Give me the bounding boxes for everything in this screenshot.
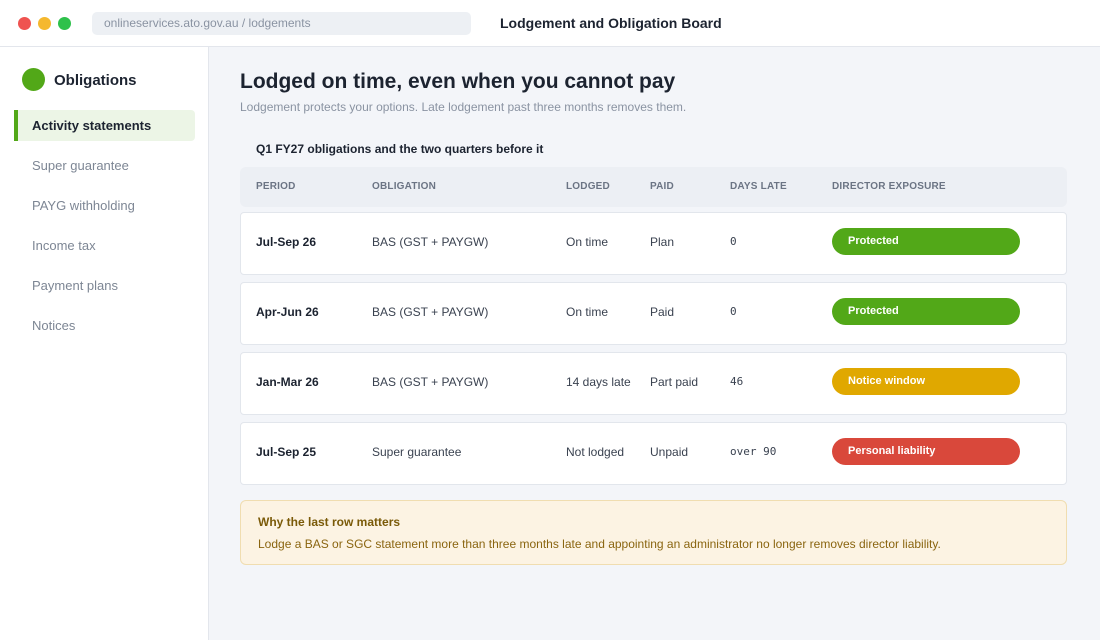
page-title: Lodged on time, even when you cannot pay: [240, 70, 676, 93]
obligation-cell: BAS (GST + PAYGW): [372, 305, 489, 319]
director-exposure-badge: Protected: [832, 298, 1020, 325]
brand-name: Obligations: [54, 72, 137, 89]
callout-body: Lodge a BAS or SGC statement more than t…: [258, 537, 941, 551]
column-header-period[interactable]: PERIOD: [256, 181, 296, 192]
period-cell: Apr-Jun 26: [256, 305, 319, 319]
director-exposure-badge: Protected: [832, 228, 1020, 255]
table-row[interactable]: Jul-Sep 25 Super guarantee Not lodged Un…: [240, 422, 1067, 485]
days-late-cell: 46: [730, 375, 744, 388]
address-bar[interactable]: onlineservices.ato.gov.au / lodgements: [92, 12, 471, 35]
sidebar-item-notices[interactable]: Notices: [14, 310, 195, 341]
director-exposure-badge: Personal liability: [832, 438, 1020, 465]
days-late-cell: 0: [730, 235, 737, 248]
period-cell: Jan-Mar 26: [256, 375, 319, 389]
paid-cell: Unpaid: [650, 445, 689, 459]
window-title: Lodgement and Obligation Board: [500, 15, 722, 31]
column-header-paid[interactable]: PAID: [650, 181, 674, 192]
paid-cell: Paid: [650, 305, 675, 319]
obligation-cell: BAS (GST + PAYGW): [372, 375, 489, 389]
sidebar-item-activity-statements[interactable]: Activity statements: [14, 110, 195, 141]
sidebar-item-super-guarantee[interactable]: Super guarantee: [14, 150, 195, 181]
column-header-days-late[interactable]: DAYS LATE: [730, 181, 787, 192]
page-subtitle: Lodgement protects your options. Late lo…: [240, 100, 687, 114]
lodged-cell: Not lodged: [566, 445, 625, 459]
lodged-cell: On time: [566, 305, 609, 319]
sidebar-item-income-tax[interactable]: Income tax: [14, 230, 195, 261]
window-titlebar: onlineservices.ato.gov.au / lodgements L…: [0, 0, 1100, 47]
column-header-director-exposure[interactable]: DIRECTOR EXPOSURE: [832, 181, 946, 192]
minimize-window-button[interactable]: [38, 17, 51, 30]
lodged-cell: On time: [566, 235, 609, 249]
table-row[interactable]: Jan-Mar 26 BAS (GST + PAYGW) 14 days lat…: [240, 352, 1067, 415]
period-cell: Jul-Sep 26: [256, 235, 317, 249]
maximize-window-button[interactable]: [58, 17, 71, 30]
sidebar-item-payg-withholding[interactable]: PAYG withholding: [14, 190, 195, 221]
callout-title: Why the last row matters: [258, 515, 401, 529]
sidebar-item-payment-plans[interactable]: Payment plans: [14, 270, 195, 301]
section-title: Q1 FY27 obligations and the two quarters…: [256, 142, 544, 156]
table-row[interactable]: Apr-Jun 26 BAS (GST + PAYGW) On time Pai…: [240, 282, 1067, 345]
close-window-button[interactable]: [18, 17, 31, 30]
table-header: PERIOD OBLIGATION LODGED PAID DAYS LATE …: [240, 167, 1067, 207]
obligation-cell: BAS (GST + PAYGW): [372, 235, 489, 249]
days-late-cell: 0: [730, 305, 737, 318]
warning-callout: Why the last row matters Lodge a BAS or …: [240, 500, 1067, 565]
director-exposure-badge: Notice window: [832, 368, 1020, 395]
column-header-obligation[interactable]: OBLIGATION: [372, 181, 436, 192]
sidebar: Obligations Activity statements Super gu…: [0, 47, 209, 640]
paid-cell: Plan: [650, 235, 675, 249]
days-late-cell: over 90: [730, 445, 777, 458]
column-header-lodged[interactable]: LODGED: [566, 181, 610, 192]
period-cell: Jul-Sep 25: [256, 445, 317, 459]
table-row[interactable]: Jul-Sep 26 BAS (GST + PAYGW) On time Pla…: [240, 212, 1067, 275]
paid-cell: Part paid: [650, 375, 699, 389]
brand-logo-icon: [22, 68, 45, 91]
lodged-cell: 14 days late: [566, 375, 631, 389]
obligation-cell: Super guarantee: [372, 445, 462, 459]
